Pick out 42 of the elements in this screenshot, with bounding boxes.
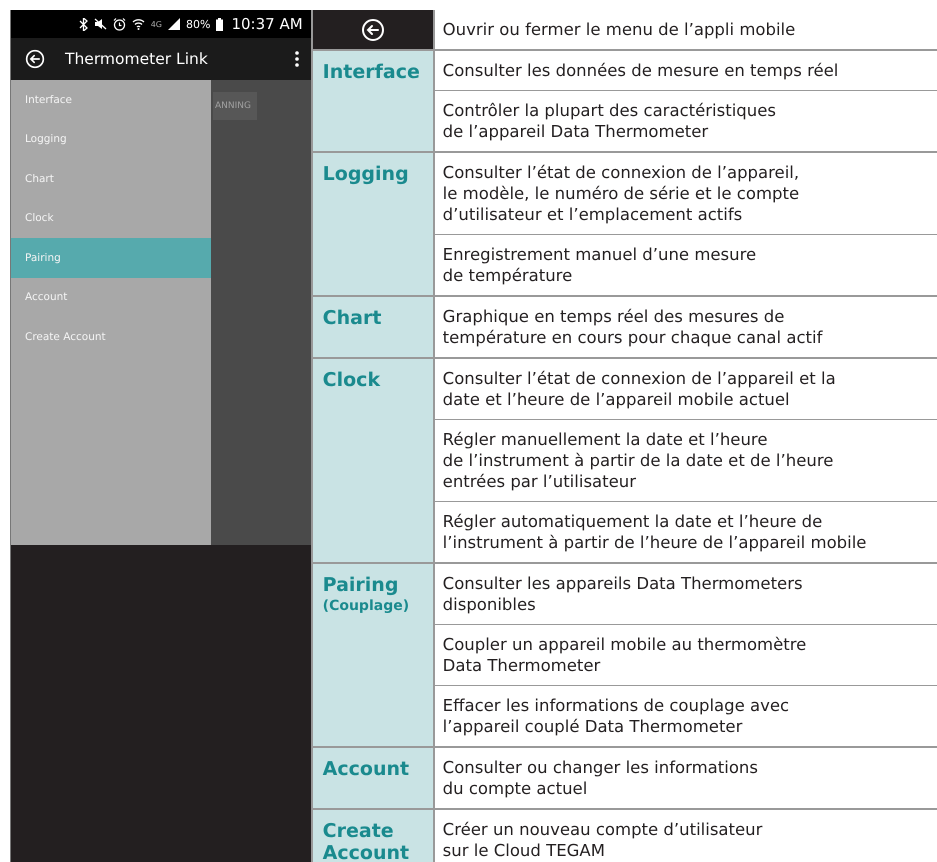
- back-icon[interactable]: [25, 49, 45, 69]
- status-time: 10:37 AM: [231, 15, 303, 33]
- table-cell: Contrôler la plupart des caractéristiques de l’appareil Data Thermometer: [432, 91, 937, 153]
- drawer-item[interactable]: Pairing: [11, 238, 211, 278]
- feature-label: Account: [322, 758, 410, 780]
- drawer-item[interactable]: Clock: [11, 198, 211, 238]
- table-cell: Enregistrement manuel d’une mesure de température: [432, 235, 937, 297]
- drawer-item[interactable]: Interface: [11, 80, 211, 120]
- table-cell: Consulter l’état de connexion de l’appareil, le modèle, le numéro de série et le compte d’utilisateur et l’emplacement actifs: [432, 153, 937, 235]
- bluetooth-icon: [78, 18, 88, 30]
- feature-label: Interface: [322, 61, 420, 83]
- battery-icon: [216, 18, 224, 30]
- feature-label: Chart: [322, 307, 382, 329]
- drawer-item[interactable]: Create Account: [11, 317, 211, 356]
- table-cell: Consulter les appareils Data Thermometers disponibles: [432, 564, 937, 625]
- network-type: 4G: [150, 20, 162, 28]
- feature-label: Clock: [322, 369, 380, 391]
- table-cell: Régler automatiquement la date et l’heure de l’instrument à partir de l’heure de l’appareil mobile: [432, 502, 937, 564]
- drawer-item[interactable]: Logging: [11, 120, 211, 159]
- overflow-menu-icon[interactable]: [294, 51, 299, 67]
- drawer-item[interactable]: Account: [11, 278, 211, 317]
- signal-icon: [168, 18, 180, 30]
- drawer-item[interactable]: Chart: [11, 159, 211, 198]
- feature-label: Pairing: [322, 574, 398, 596]
- table-cell: Consulter ou changer les informations du compte actuel: [432, 748, 937, 810]
- feature-label: Create Account: [322, 820, 410, 862]
- app-title: Thermometer Link: [65, 50, 209, 68]
- table-cell: Ouvrir ou fermer le menu de l’appli mobile: [432, 10, 937, 51]
- feature-sublabel: (Couplage): [322, 597, 410, 616]
- mute-icon: [94, 18, 107, 30]
- table-cell: Régler manuellement la date et l’heure de l’instrument à partir de la date et de l’heure entrées par l’utilisateur: [432, 420, 937, 502]
- table-cell: Consulter l’état de connexion de l’appareil et la date et l’heure de l’appareil mobile actuel: [432, 359, 937, 420]
- alarm-icon: [112, 18, 126, 30]
- table-cell: Graphique en temps réel des mesures de température en cours pour chaque canal actif: [432, 297, 937, 359]
- table-cell: Coupler un appareil mobile au thermomètre Data Thermometer: [432, 625, 937, 686]
- feature-label: Logging: [322, 163, 409, 185]
- battery-percent: 80%: [186, 18, 210, 30]
- wifi-icon: [132, 18, 145, 30]
- table-cell: Créer un nouveau compte d’utilisateur sur le Cloud TEGAM: [432, 810, 937, 862]
- table-cell: Consulter les données de mesure en temps réel: [432, 51, 937, 91]
- table-cell: Effacer les informations de couplage avec l’appareil couplé Data Thermometer: [432, 686, 937, 748]
- menu-toggle-icon[interactable]: [360, 18, 385, 42]
